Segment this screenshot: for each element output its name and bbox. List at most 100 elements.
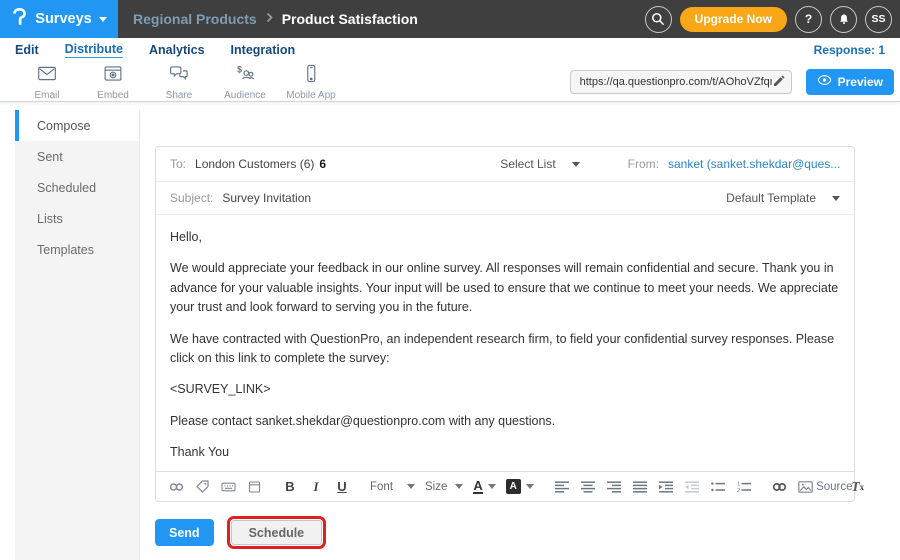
template-label: Default Template [726, 191, 816, 205]
channel-audience[interactable]: $ Audience [212, 63, 278, 101]
upgrade-now-button[interactable]: Upgrade Now [680, 7, 787, 32]
sidebar-item-compose[interactable]: Compose [15, 110, 139, 141]
share-icon [168, 63, 190, 89]
remove-format-x: x [860, 482, 865, 492]
link-icon[interactable] [168, 477, 184, 497]
size-dropdown[interactable]: Size [425, 481, 463, 493]
schedule-annotation-highlight: Schedule [227, 516, 327, 549]
sidebar-item-lists[interactable]: Lists [15, 203, 139, 234]
chevron-down-icon [526, 484, 534, 489]
product-menu[interactable]: Surveys [0, 0, 118, 38]
outdent-icon[interactable] [684, 477, 700, 497]
chevron-down-icon [455, 484, 463, 489]
tab-distribute[interactable]: Distribute [65, 42, 123, 58]
source-button[interactable]: Source [824, 477, 840, 497]
background-color-button[interactable]: A [506, 479, 534, 494]
align-right-icon[interactable] [606, 477, 622, 497]
select-list-label: Select List [500, 157, 555, 171]
survey-url-field[interactable]: https://qa.questionpro.com/t/AOhoVZfqml [570, 70, 792, 94]
tab-edit[interactable]: Edit [15, 43, 39, 57]
avatar[interactable]: SS [865, 6, 892, 33]
top-header: Surveys Regional Products Product Satisf… [0, 0, 900, 38]
text-color-button[interactable]: A [473, 479, 495, 494]
survey-link-group: https://qa.questionpro.com/t/AOhoVZfqml … [570, 69, 900, 95]
align-center-icon[interactable] [580, 477, 596, 497]
italic-button[interactable]: I [308, 477, 324, 497]
channel-embed[interactable]: Embed [80, 63, 146, 101]
compose-panel: To: London Customers (6) 6 Select List F… [155, 146, 855, 502]
channel-email[interactable]: Email [14, 63, 80, 101]
align-left-icon[interactable] [554, 477, 570, 497]
channel-label: Share [166, 90, 193, 101]
underline-button[interactable]: U [334, 477, 350, 497]
email-body-editor[interactable]: Hello, We would appreciate your feedback… [156, 215, 854, 471]
chevron-down-icon [832, 196, 840, 201]
from-group: From: sanket (sanket.shekdar@ques... [628, 157, 840, 171]
from-label: From: [628, 157, 659, 171]
body-paragraph: We have contracted with QuestionPro, an … [170, 330, 840, 369]
breadcrumb-folder[interactable]: Regional Products [133, 11, 257, 27]
breadcrumb: Regional Products Product Satisfaction [133, 10, 418, 28]
indent-icon[interactable] [658, 477, 674, 497]
questionpro-logo-icon [11, 6, 28, 33]
svg-text:$: $ [237, 64, 242, 74]
chevron-down-icon [572, 162, 580, 167]
chevron-right-icon [266, 10, 273, 28]
channel-label: Mobile App [286, 90, 335, 101]
sidebar-item-templates[interactable]: Templates [15, 234, 139, 265]
breadcrumb-survey-title: Product Satisfaction [282, 11, 418, 27]
distribute-toolbar: Email Embed Share [0, 62, 900, 102]
edit-url-pencil-icon[interactable] [772, 75, 785, 88]
to-value[interactable]: London Customers (6) [195, 157, 314, 171]
text-color-label: A [473, 479, 482, 494]
channel-label: Embed [97, 90, 129, 101]
body-paragraph: Hello, [170, 228, 840, 247]
keyboard-icon[interactable] [220, 477, 236, 497]
body-paragraph: Thank You [170, 443, 840, 462]
insert-image-icon[interactable] [798, 477, 814, 497]
schedule-button[interactable]: Schedule [231, 520, 323, 545]
help-button[interactable]: ? [795, 6, 822, 33]
remove-format-t: T [851, 479, 859, 495]
search-icon[interactable] [645, 6, 672, 33]
preview-button[interactable]: Preview [806, 69, 894, 95]
email-icon [36, 63, 58, 89]
justify-icon[interactable] [632, 477, 648, 497]
remove-format-button[interactable]: Tx [850, 477, 866, 497]
notifications-bell-icon[interactable] [830, 6, 857, 33]
bold-button[interactable]: B [282, 477, 298, 497]
select-list-dropdown[interactable]: Select List [500, 157, 579, 171]
chevron-down-icon [99, 17, 107, 22]
sidebar-item-sent[interactable]: Sent [15, 141, 139, 172]
subject-label: Subject: [170, 191, 213, 205]
insert-link-icon[interactable] [772, 477, 788, 497]
channel-mobile-app[interactable]: Mobile App [278, 63, 344, 101]
body-paragraph: Please contact sanket.shekdar@questionpr… [170, 412, 840, 431]
bullet-list-icon[interactable] [710, 477, 726, 497]
subject-input[interactable]: Survey Invitation [222, 191, 311, 205]
response-count[interactable]: Response: 1 [814, 43, 885, 57]
audience-icon: $ [234, 63, 256, 89]
window-icon[interactable] [246, 477, 262, 497]
chevron-down-icon [407, 484, 415, 489]
to-label: To: [170, 157, 186, 171]
numbered-list-icon[interactable]: 1 2 [736, 477, 752, 497]
recipient-count-badge: 6 [319, 157, 326, 171]
size-dropdown-label: Size [425, 481, 447, 493]
tab-integration[interactable]: Integration [231, 43, 296, 57]
from-value[interactable]: sanket (sanket.shekdar@ques... [668, 157, 840, 171]
chevron-down-icon [488, 484, 496, 489]
svg-text:2: 2 [737, 488, 740, 493]
sidebar-item-scheduled[interactable]: Scheduled [15, 172, 139, 203]
to-row: To: London Customers (6) 6 Select List F… [156, 147, 854, 182]
channel-share[interactable]: Share [146, 63, 212, 101]
send-button[interactable]: Send [155, 519, 214, 546]
rich-text-toolbar: B I U Font Size A A [156, 471, 854, 501]
channel-label: Email [34, 90, 59, 101]
tag-icon[interactable] [194, 477, 210, 497]
font-dropdown[interactable]: Font [370, 481, 415, 493]
template-dropdown[interactable]: Default Template [726, 191, 840, 205]
email-sidebar: Compose Sent Scheduled Lists Templates [15, 110, 140, 560]
tab-analytics[interactable]: Analytics [149, 43, 205, 57]
product-menu-label: Surveys [35, 11, 91, 27]
